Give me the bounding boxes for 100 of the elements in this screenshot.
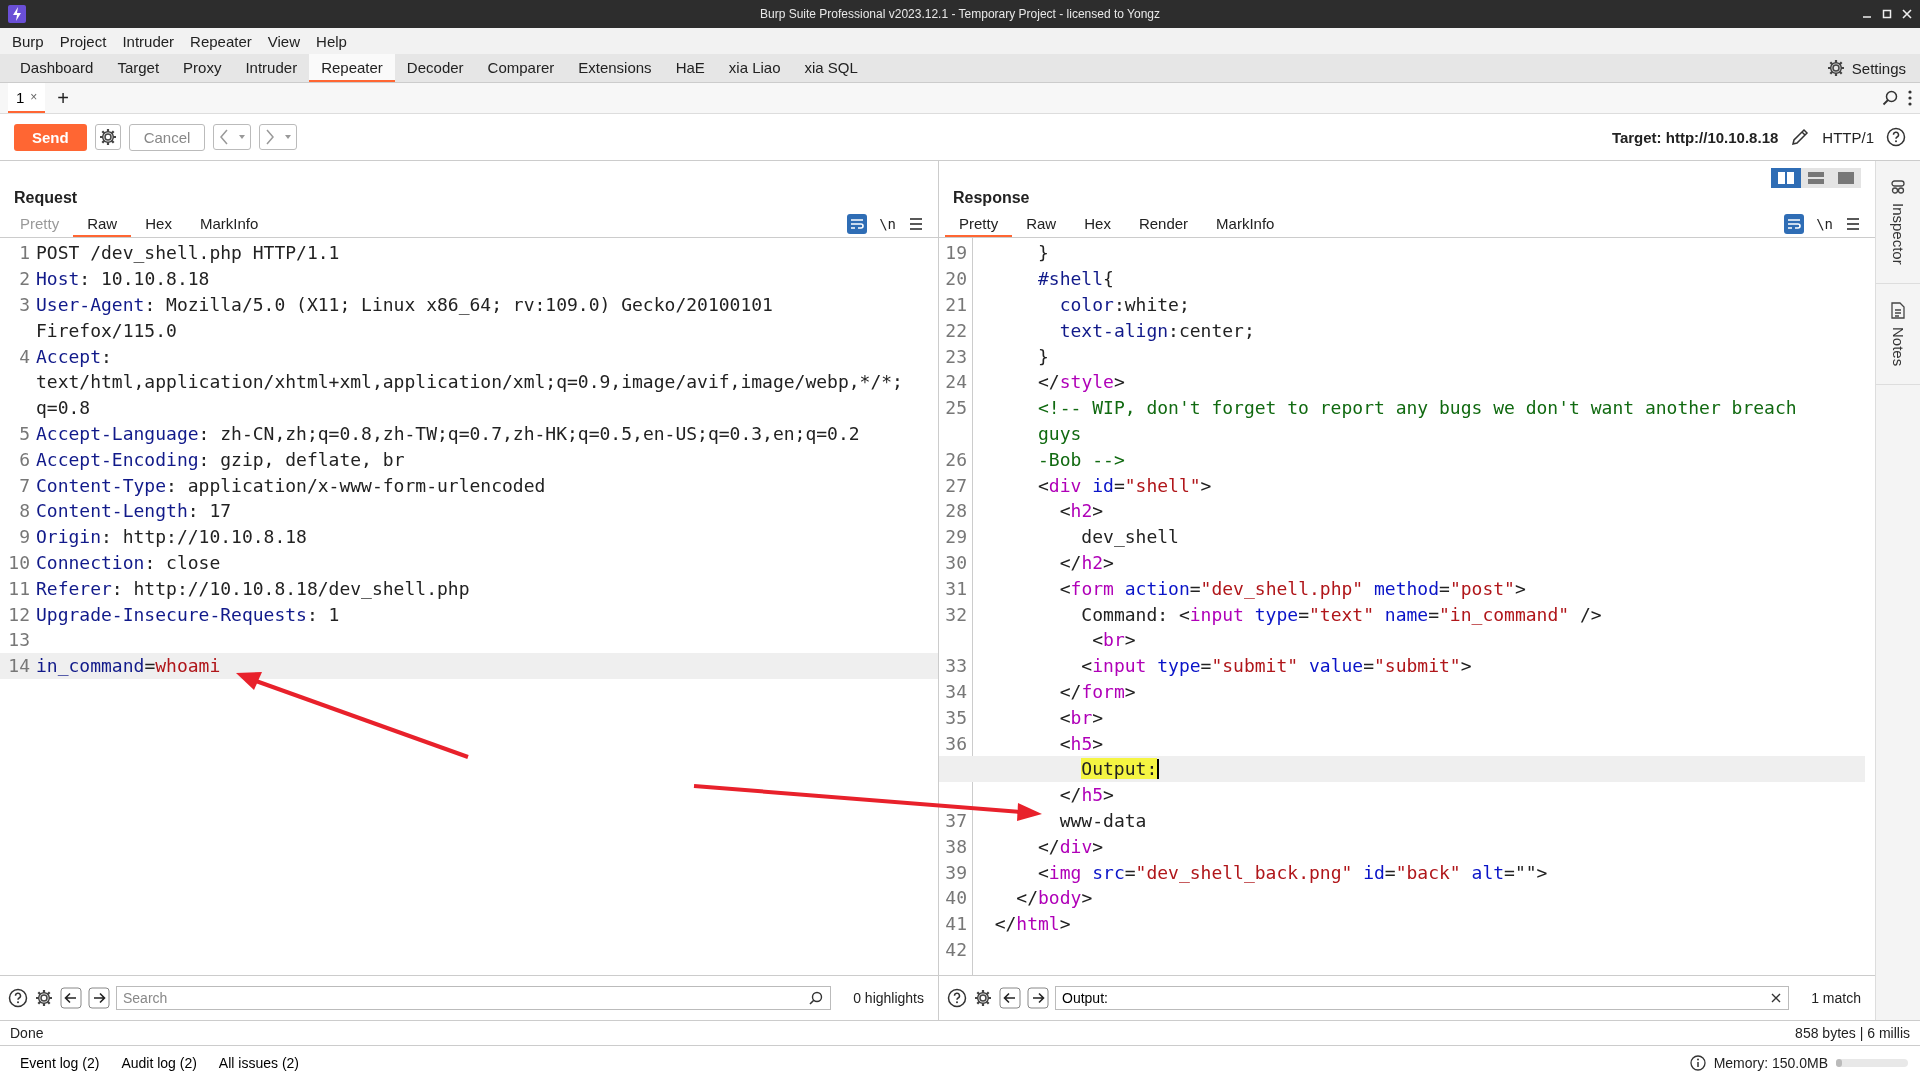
code-line: </html> xyxy=(993,913,1071,935)
code-line: </form> xyxy=(1058,680,1136,702)
wrap-lines-icon[interactable] xyxy=(1784,214,1805,234)
line-number: 13 xyxy=(7,629,31,651)
main-tab[interactable]: Decoder xyxy=(394,54,476,82)
document-icon[interactable] xyxy=(1891,301,1905,319)
memory-label: Memory: 150.0MB xyxy=(1713,1055,1828,1071)
editor-tab[interactable]: Hex xyxy=(1070,211,1125,237)
main-tab[interactable]: xia SQL xyxy=(792,54,870,82)
main-tab[interactable]: HaE xyxy=(663,54,717,82)
options-icon[interactable] xyxy=(97,127,118,147)
help-icon[interactable] xyxy=(8,988,28,1008)
main-tab[interactable]: Dashboard xyxy=(8,54,106,82)
main-tab[interactable]: xia Liao xyxy=(716,54,793,82)
main-tab[interactable]: Repeater xyxy=(309,54,395,82)
layout-toggle[interactable] xyxy=(1771,168,1801,188)
help-icon[interactable] xyxy=(947,988,967,1008)
chevron-right-icon[interactable] xyxy=(264,128,277,146)
menu-icon[interactable] xyxy=(908,217,924,231)
code-line: Upgrade-Insecure-Requests: 1 xyxy=(36,603,340,625)
menu-item[interactable]: Project xyxy=(53,30,113,52)
line-number: 25 xyxy=(944,397,968,419)
code-line: text-align:center; xyxy=(1058,319,1255,341)
pencil-icon[interactable] xyxy=(1790,127,1811,147)
main-tab[interactable]: Intruder xyxy=(233,54,310,82)
line-number: 4 xyxy=(18,345,31,367)
line-number: 23 xyxy=(944,345,968,367)
editor-tab[interactable]: MarkInfo xyxy=(1202,211,1289,237)
pane-title: Request xyxy=(14,189,78,207)
target-label: Target: http://10.10.8.18 xyxy=(1611,128,1779,146)
menu-icon[interactable] xyxy=(1845,217,1861,231)
line-number: 19 xyxy=(944,242,968,264)
editor-tab[interactable]: MarkInfo xyxy=(185,211,273,237)
session-tab[interactable]: 1 × xyxy=(8,83,46,113)
status-text: Done xyxy=(10,1025,44,1041)
code-line: </style> xyxy=(1037,371,1125,393)
log-tab[interactable]: All issues (2) xyxy=(210,1055,313,1071)
main-tab[interactable]: Proxy xyxy=(171,54,234,82)
main-tab[interactable]: Target xyxy=(105,54,172,82)
main-tab[interactable]: Comparer xyxy=(475,54,567,82)
editor-tab[interactable]: Render xyxy=(1124,211,1203,237)
memory-meter xyxy=(1836,1059,1908,1067)
editor-tab[interactable]: Raw xyxy=(73,211,132,237)
maximize-icon[interactable] xyxy=(1882,9,1892,19)
close-icon[interactable] xyxy=(1902,9,1912,19)
help-icon[interactable] xyxy=(1886,127,1906,147)
log-tab[interactable]: Audit log (2) xyxy=(113,1055,211,1071)
search-icon[interactable] xyxy=(809,991,824,1005)
settings-icon[interactable] xyxy=(34,988,54,1008)
search-icon[interactable] xyxy=(1882,90,1898,106)
line-number: 1 xyxy=(18,242,31,264)
code-line: <form action="dev_shell.php" method="post"> xyxy=(1058,577,1526,599)
menu-item[interactable]: Repeater xyxy=(184,30,258,52)
protocol-label[interactable]: HTTP/1 xyxy=(1822,128,1874,146)
line-number: 26 xyxy=(944,448,968,470)
line-number: 40 xyxy=(944,887,968,909)
code-line: POST /dev_shell.php HTTP/1.1 xyxy=(36,242,340,264)
line-number: 22 xyxy=(944,319,968,341)
split-rows-icon xyxy=(1808,172,1824,184)
editor-tab[interactable]: Hex xyxy=(131,211,186,237)
single-view-icon xyxy=(1838,172,1854,184)
line-number: 11 xyxy=(7,577,31,599)
editor-tab[interactable]: Raw xyxy=(1012,211,1071,237)
settings-icon[interactable] xyxy=(973,988,993,1008)
wrap-lines-icon[interactable] xyxy=(847,214,868,234)
menu-item[interactable]: Burp xyxy=(6,30,50,52)
code-line: Firefox/115.0 xyxy=(36,319,177,341)
main-tab[interactable]: Extensions xyxy=(566,54,664,82)
add-tab-button[interactable]: + xyxy=(45,83,82,113)
forward-history-button[interactable] xyxy=(259,124,298,150)
editor-tab[interactable]: Pretty xyxy=(945,211,1013,237)
menu-item[interactable]: Intruder xyxy=(116,30,181,52)
line-number: 14 xyxy=(7,655,31,677)
search-field[interactable]: Output: xyxy=(1055,986,1790,1010)
cancel-button[interactable]: Cancel xyxy=(128,123,206,151)
more-options-icon[interactable] xyxy=(1908,90,1912,106)
layout-toggle[interactable] xyxy=(1831,168,1861,188)
newline-toggle[interactable]: \n xyxy=(1816,216,1833,232)
side-panel-tab[interactable]: Inspector xyxy=(1889,203,1907,265)
window-title: Burp Suite Professional v2023.12.1 - Temporary Project - licensed to Yongz xyxy=(760,7,1160,21)
line-number: 2 xyxy=(18,268,31,290)
back-history-button[interactable] xyxy=(213,124,252,150)
menu-item[interactable]: View xyxy=(261,30,307,52)
side-panel-tab[interactable]: Notes xyxy=(1889,326,1907,366)
line-number: 24 xyxy=(944,371,968,393)
newline-toggle[interactable]: \n xyxy=(879,216,896,232)
code-line: dev_shell xyxy=(1080,526,1179,548)
line-number: 42 xyxy=(944,938,968,960)
code-line: Accept-Encoding: gzip, deflate, br xyxy=(36,448,405,470)
log-tab[interactable]: Event log (2) xyxy=(12,1055,114,1071)
layout-toggle[interactable] xyxy=(1801,168,1831,188)
inspector-icon[interactable] xyxy=(1890,179,1906,195)
settings-icon[interactable] xyxy=(1825,58,1846,78)
search-field[interactable]: Search xyxy=(116,986,832,1010)
code-line: Connection: close xyxy=(36,551,221,573)
clear-icon[interactable] xyxy=(1771,993,1782,1003)
menu-item[interactable]: Help xyxy=(310,30,353,52)
settings-link[interactable]: Settings xyxy=(1851,59,1906,77)
chevron-left-icon[interactable] xyxy=(218,128,231,146)
code-line: Content-Length: 17 xyxy=(36,500,232,522)
